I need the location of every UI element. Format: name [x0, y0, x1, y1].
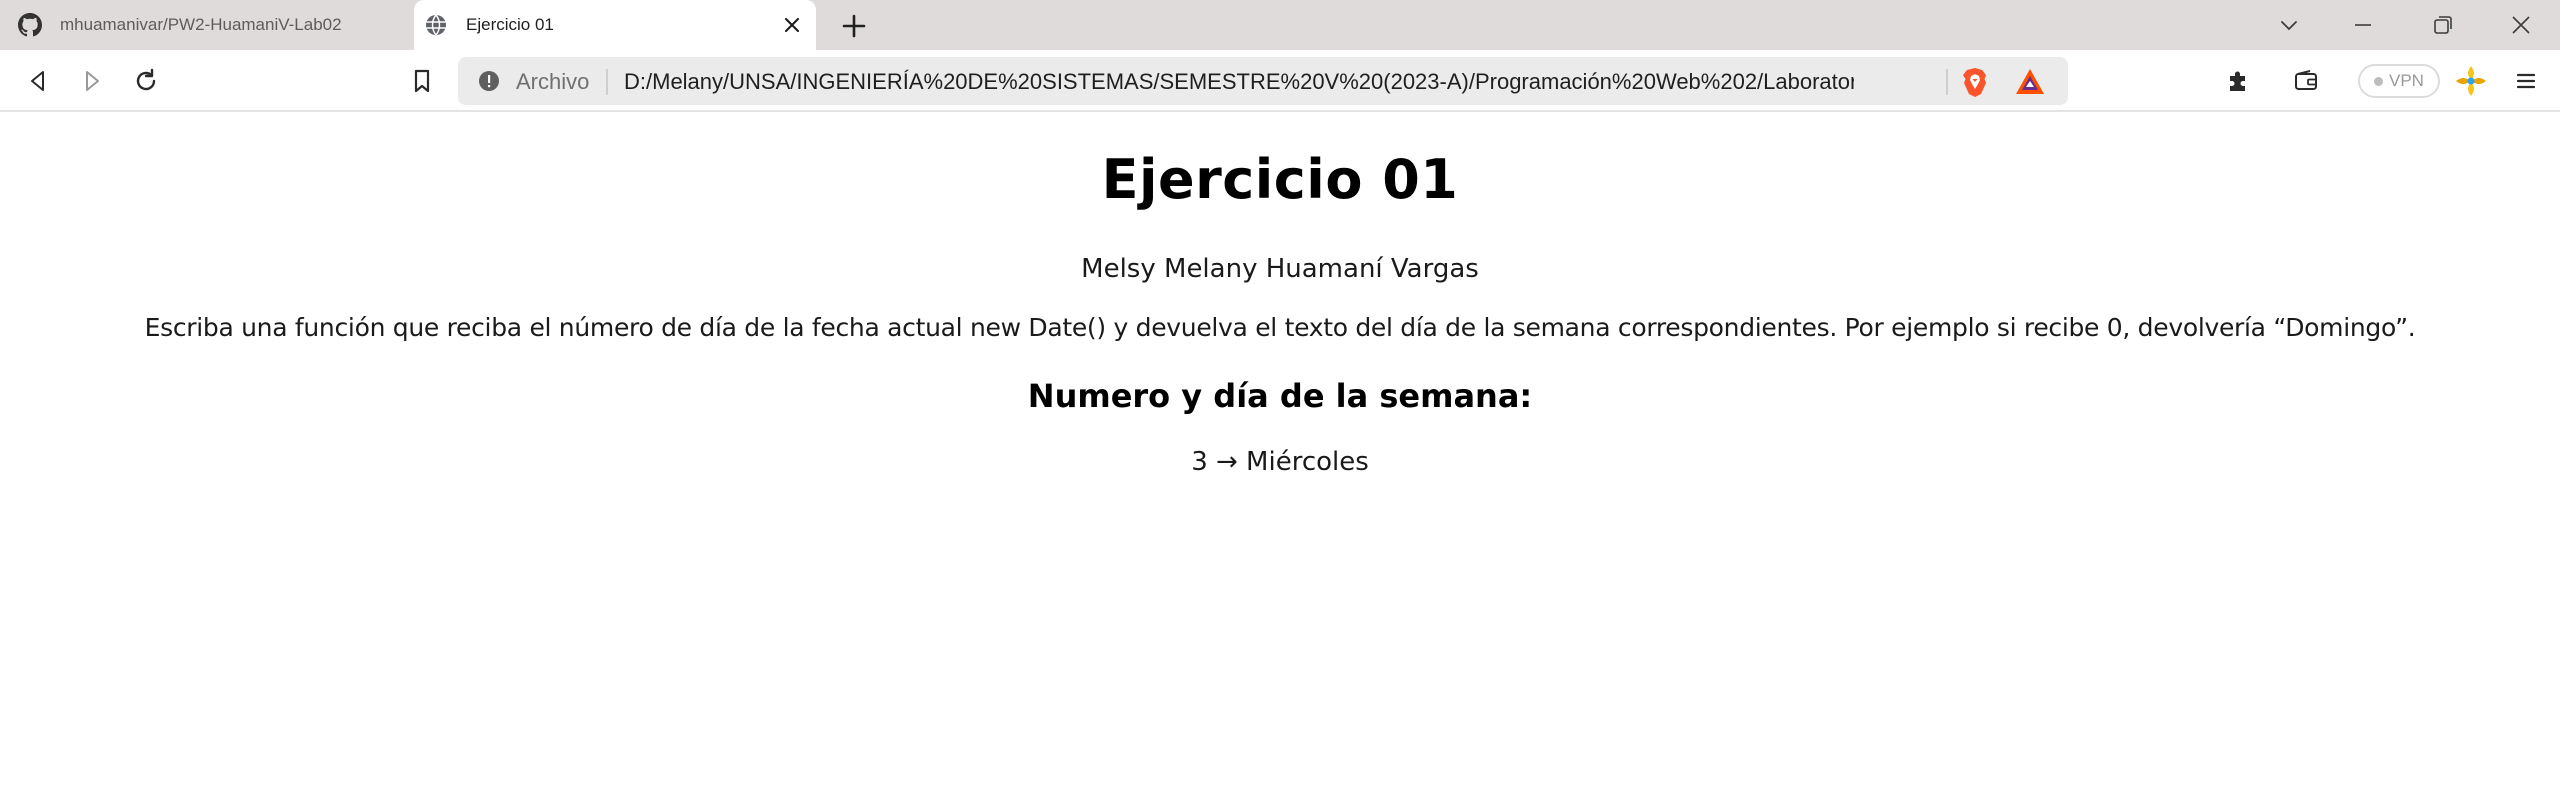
tab-title: mhuamanivar/PW2-HuamaniV-Lab02: [60, 15, 342, 34]
brave-rewards-icon[interactable]: [2014, 67, 2046, 97]
tab-github-repo[interactable]: mhuamanivar/PW2-HuamaniV-Lab02: [0, 0, 412, 50]
security-chip[interactable]: Archivo: [516, 69, 589, 95]
author-name: Melsy Melany Huamaní Vargas: [1081, 254, 1479, 284]
result-heading: Numero y día de la semana:: [1027, 377, 1533, 415]
github-icon: [18, 13, 42, 37]
tab-title: Ejercicio 01: [466, 15, 554, 34]
result-text: 3 → Miércoles: [1191, 447, 1369, 477]
back-icon[interactable]: [24, 67, 52, 95]
tab-strip: mhuamanivar/PW2-HuamaniV-Lab02 Ejercicio…: [0, 0, 2560, 50]
info-icon[interactable]: [478, 70, 500, 92]
vpn-label: VPN: [2389, 71, 2424, 90]
divider: [1946, 69, 1948, 95]
forward-icon[interactable]: [78, 67, 106, 95]
page-title: Ejercicio 01: [1101, 148, 1459, 211]
extensions-icon[interactable]: [2224, 67, 2252, 95]
url-text[interactable]: D:/Melany/UNSA/INGENIERÍA%20DE%20SISTEMA…: [624, 69, 1854, 95]
wallet-icon[interactable]: [2292, 67, 2320, 95]
page-content: Ejercicio 01 Melsy Melany Huamaní Vargas…: [0, 114, 2560, 789]
browser-toolbar: Archivo D:/Melany/UNSA/INGENIERÍA%20DE%2…: [0, 50, 2560, 112]
address-bar[interactable]: Archivo D:/Melany/UNSA/INGENIERÍA%20DE%2…: [458, 57, 2068, 105]
divider: [606, 69, 608, 95]
vpn-status-dot: [2374, 76, 2383, 86]
close-window-icon[interactable]: [2508, 12, 2534, 38]
close-tab-icon[interactable]: [780, 13, 804, 37]
menu-icon[interactable]: [2512, 67, 2540, 95]
profile-avatar-icon[interactable]: [2454, 64, 2488, 98]
restore-icon[interactable]: [2430, 12, 2456, 38]
bookmark-icon[interactable]: [408, 67, 436, 95]
exercise-statement: Escriba una función que reciba el número…: [144, 313, 2416, 342]
minimize-icon[interactable]: [2350, 12, 2376, 38]
globe-icon: [426, 14, 446, 36]
tab-search-chevron-down-icon[interactable]: [2276, 12, 2302, 38]
brave-shields-icon[interactable]: [1960, 66, 1990, 98]
new-tab-button[interactable]: [840, 12, 868, 40]
vpn-button[interactable]: VPN: [2358, 64, 2440, 98]
reload-icon[interactable]: [132, 67, 160, 95]
tab-ejercicio-01[interactable]: Ejercicio 01: [414, 0, 816, 50]
